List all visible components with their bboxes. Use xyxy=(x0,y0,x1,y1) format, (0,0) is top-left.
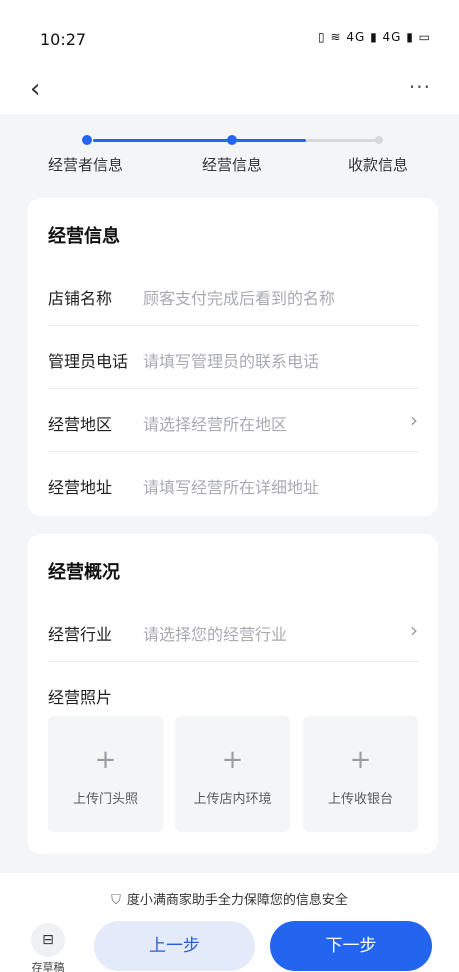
address-row[interactable]: 经营地址 请填写经营所在详细地址 xyxy=(48,453,418,515)
footer-bar: ⛉ 度小满商家助手全力保障您的信息安全 ⊟ 存草稿 上一步 下一步 xyxy=(0,873,459,972)
previous-step-button[interactable]: 上一步 xyxy=(94,921,255,971)
plus-icon: + xyxy=(221,745,244,775)
security-notice-text: 度小满商家助手全力保障您的信息安全 xyxy=(126,893,348,908)
region-row[interactable]: 经营地区 请选择经营所在地区 › xyxy=(48,390,418,452)
security-notice: ⛉ 度小满商家助手全力保障您的信息安全 xyxy=(0,889,459,908)
status-time: 10:27 xyxy=(40,30,87,49)
status-icons: ▯ ≋ 4G ▮ 4G ▮ ▭ xyxy=(318,30,431,44)
store-name-label: 店铺名称 xyxy=(48,289,113,308)
industry-label: 经营行业 xyxy=(48,625,113,644)
upload-interior-photo[interactable]: + 上传店内环境 xyxy=(175,716,290,832)
address-input[interactable]: 请填写经营所在详细地址 xyxy=(143,474,319,498)
business-info-title: 经营信息 xyxy=(48,226,120,247)
inbox-icon: ⊟ xyxy=(31,923,65,957)
region-label: 经营地区 xyxy=(48,415,113,434)
back-icon[interactable]: ‹ xyxy=(30,74,40,104)
address-label: 经营地址 xyxy=(48,478,113,497)
next-step-button[interactable]: 下一步 xyxy=(270,921,432,971)
photos-label: 经营照片 xyxy=(48,688,113,707)
admin-phone-row[interactable]: 管理员电话 请填写管理员的联系电话 xyxy=(48,327,418,389)
business-overview-title: 经营概况 xyxy=(48,562,120,583)
business-overview-card: 经营概况 经营行业 请选择您的经营行业 › 经营照片 + 上传门头照 + 上传店… xyxy=(27,534,438,854)
plus-icon: + xyxy=(94,745,117,775)
chevron-right-icon: › xyxy=(410,618,418,642)
status-bar: 10:27 ▯ ≋ 4G ▮ 4G ▮ ▭ xyxy=(0,0,459,70)
plus-icon: + xyxy=(349,745,372,775)
store-name-input[interactable]: 顾客支付完成后看到的名称 xyxy=(143,285,335,309)
admin-phone-label: 管理员电话 xyxy=(48,352,129,371)
upload-storefront-label: 上传门头照 xyxy=(72,792,138,807)
step-dot-1 xyxy=(82,135,92,145)
step-dot-3 xyxy=(375,136,383,144)
step-label-merchant: 经营者信息 xyxy=(48,156,124,174)
chevron-right-icon: › xyxy=(410,408,418,432)
step-label-payment: 收款信息 xyxy=(348,156,409,174)
nav-bar: ‹ ··· xyxy=(0,70,459,114)
step-dot-2 xyxy=(227,135,237,145)
store-name-row[interactable]: 店铺名称 顾客支付完成后看到的名称 xyxy=(48,264,418,326)
save-draft-label: 存草稿 xyxy=(31,961,65,972)
upload-storefront-photo[interactable]: + 上传门头照 xyxy=(48,716,163,832)
upload-cashier-photo[interactable]: + 上传收银台 xyxy=(303,716,418,832)
region-select[interactable]: 请选择经营所在地区 xyxy=(143,411,287,435)
save-draft-button[interactable]: ⊟ 存草稿 xyxy=(28,923,68,972)
business-info-card: 经营信息 店铺名称 顾客支付完成后看到的名称 管理员电话 请填写管理员的联系电话… xyxy=(27,198,438,516)
step-line-3 xyxy=(306,139,379,142)
step-line-2 xyxy=(236,139,306,142)
upload-interior-label: 上传店内环境 xyxy=(193,792,272,807)
industry-select[interactable]: 请选择您的经营行业 xyxy=(143,621,287,645)
more-icon[interactable]: ··· xyxy=(409,72,431,102)
step-label-business: 经营信息 xyxy=(202,156,263,174)
step-line-1 xyxy=(93,139,231,142)
shield-check-icon: ⛉ xyxy=(111,893,121,908)
step-progress: 经营者信息 经营信息 收款信息 xyxy=(0,114,459,194)
admin-phone-input[interactable]: 请填写管理员的联系电话 xyxy=(143,348,319,372)
industry-row[interactable]: 经营行业 请选择您的经营行业 › xyxy=(48,600,418,662)
upload-cashier-label: 上传收银台 xyxy=(327,792,393,807)
